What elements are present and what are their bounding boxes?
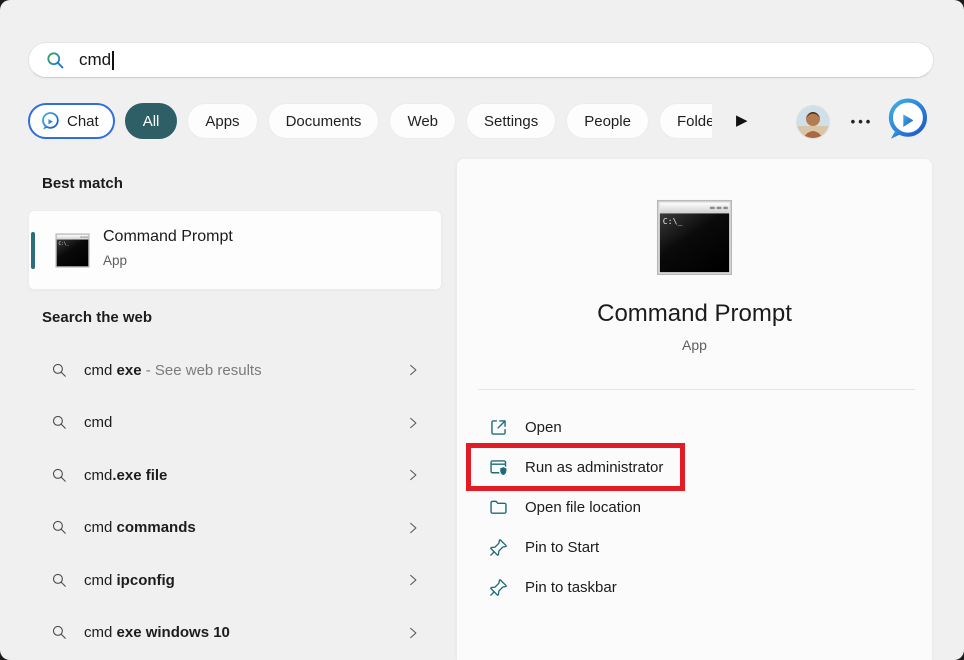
search-icon: [52, 626, 66, 640]
filter-documents-button[interactable]: Documents: [267, 103, 380, 139]
search-icon: [52, 573, 66, 587]
chevron-right-icon: [410, 417, 417, 428]
avatar-photo: [797, 106, 829, 138]
chevron-right-icon: [410, 470, 417, 481]
filter-web-button[interactable]: Web: [389, 103, 457, 139]
filter-chat-button[interactable]: Chat: [28, 103, 115, 139]
command-prompt-icon: C:\_: [55, 233, 90, 268]
search-query-text: cmd: [79, 50, 112, 69]
search-icon: [47, 51, 64, 68]
action-open-file-location[interactable]: Open file location: [478, 487, 778, 527]
search-icon: [52, 416, 66, 430]
detail-app-subtitle: App: [682, 337, 707, 353]
filter-people-button[interactable]: People: [566, 103, 649, 139]
more-filters-arrow-icon[interactable]: ▶: [736, 110, 756, 132]
open-external-icon: [491, 419, 506, 435]
search-the-web-heading: Search the web: [42, 309, 153, 326]
filter-chat-label: Chat: [67, 112, 99, 130]
web-suggestion-item[interactable]: cmd commands: [28, 502, 442, 555]
text-caret: [112, 50, 114, 70]
search-icon: [52, 521, 66, 535]
best-match-subtitle: App: [103, 253, 128, 268]
web-suggestion-list: cmd exe - See web results cmd cmd.exe fi…: [28, 344, 442, 659]
chevron-right-icon: [410, 522, 417, 533]
pin-icon: [490, 578, 507, 596]
web-suggestion-item[interactable]: cmd exe windows 10: [28, 607, 442, 660]
bing-icon: [888, 98, 928, 139]
search-icon: [52, 468, 66, 482]
filter-folders-button[interactable]: Folders: [658, 103, 712, 139]
best-match-title: Command Prompt: [103, 228, 233, 245]
chevron-right-icon: [410, 575, 417, 586]
windows-search-flyout: cmd Chat All Apps Documents Web Settings…: [0, 0, 964, 660]
action-open[interactable]: Open: [478, 407, 778, 447]
filter-pill-row: Chat All Apps Documents Web Settings Peo…: [28, 103, 712, 141]
web-suggestion-item[interactable]: cmd.exe file: [28, 449, 442, 502]
web-suggestion-item[interactable]: cmd exe - See web results: [28, 344, 442, 397]
more-options-button[interactable]: •••: [845, 110, 879, 134]
action-pin-to-start[interactable]: Pin to Start: [478, 527, 778, 567]
highlight-box-run-as-administrator: [466, 443, 685, 491]
chevron-right-icon: [410, 627, 417, 638]
filter-all-button[interactable]: All: [124, 103, 178, 139]
chevron-right-icon: [410, 365, 417, 376]
search-input[interactable]: cmd: [79, 50, 114, 70]
command-prompt-icon-large: C:\_: [656, 199, 733, 276]
svg-text:C:\_: C:\_: [663, 216, 683, 226]
user-avatar[interactable]: [797, 106, 829, 138]
filter-settings-button[interactable]: Settings: [466, 103, 557, 139]
bing-chat-icon: [42, 112, 59, 130]
bing-chat-button[interactable]: [884, 96, 930, 142]
search-icon: [52, 363, 66, 377]
pin-icon: [490, 538, 507, 556]
detail-app-title: Command Prompt: [597, 300, 792, 327]
web-suggestion-item[interactable]: cmd ipconfig: [28, 554, 442, 607]
svg-text:C:\_: C:\_: [59, 241, 70, 247]
best-match-heading: Best match: [42, 175, 123, 192]
folder-icon: [490, 500, 507, 514]
selection-accent-bar: [31, 232, 35, 269]
search-bar[interactable]: cmd: [28, 42, 934, 78]
divider: [478, 389, 915, 390]
web-suggestion-item[interactable]: cmd: [28, 397, 442, 450]
best-match-item-command-prompt[interactable]: C:\_ Command Prompt App: [28, 210, 442, 290]
action-pin-to-taskbar[interactable]: Pin to taskbar: [478, 567, 778, 607]
filter-apps-button[interactable]: Apps: [187, 103, 258, 139]
